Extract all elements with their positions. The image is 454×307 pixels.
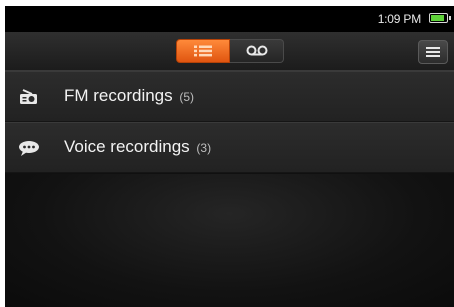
menu-icon <box>426 47 440 57</box>
battery-icon <box>429 13 451 23</box>
speech-bubble-icon <box>19 141 39 156</box>
menu-button[interactable] <box>418 40 448 64</box>
radio-icon <box>20 89 37 104</box>
list-item-label: FM recordings (5) <box>64 86 194 106</box>
device-screen: 1:09 PM FM recordings (5) Voice recordin… <box>5 6 454 307</box>
recordings-list: FM recordings (5) Voice recordings (3) <box>5 71 454 173</box>
list-item-label: Voice recordings (3) <box>64 137 211 157</box>
item-count: (5) <box>179 90 195 104</box>
item-label: Voice recordings <box>64 137 190 156</box>
list-item-fm-recordings[interactable]: FM recordings (5) <box>5 71 454 122</box>
item-label: FM recordings <box>64 86 173 105</box>
voicemail-icon <box>246 45 267 56</box>
status-bar: 1:09 PM <box>5 6 454 32</box>
list-icon <box>194 45 212 57</box>
list-item-voice-recordings[interactable]: Voice recordings (3) <box>5 122 454 173</box>
battery-level-fill <box>431 15 444 21</box>
tab-list-view[interactable] <box>176 39 230 63</box>
top-bar <box>5 32 454 71</box>
item-count: (3) <box>196 141 212 155</box>
tab-voicemail[interactable] <box>230 39 284 63</box>
status-time: 1:09 PM <box>377 12 421 26</box>
empty-background <box>5 174 454 307</box>
